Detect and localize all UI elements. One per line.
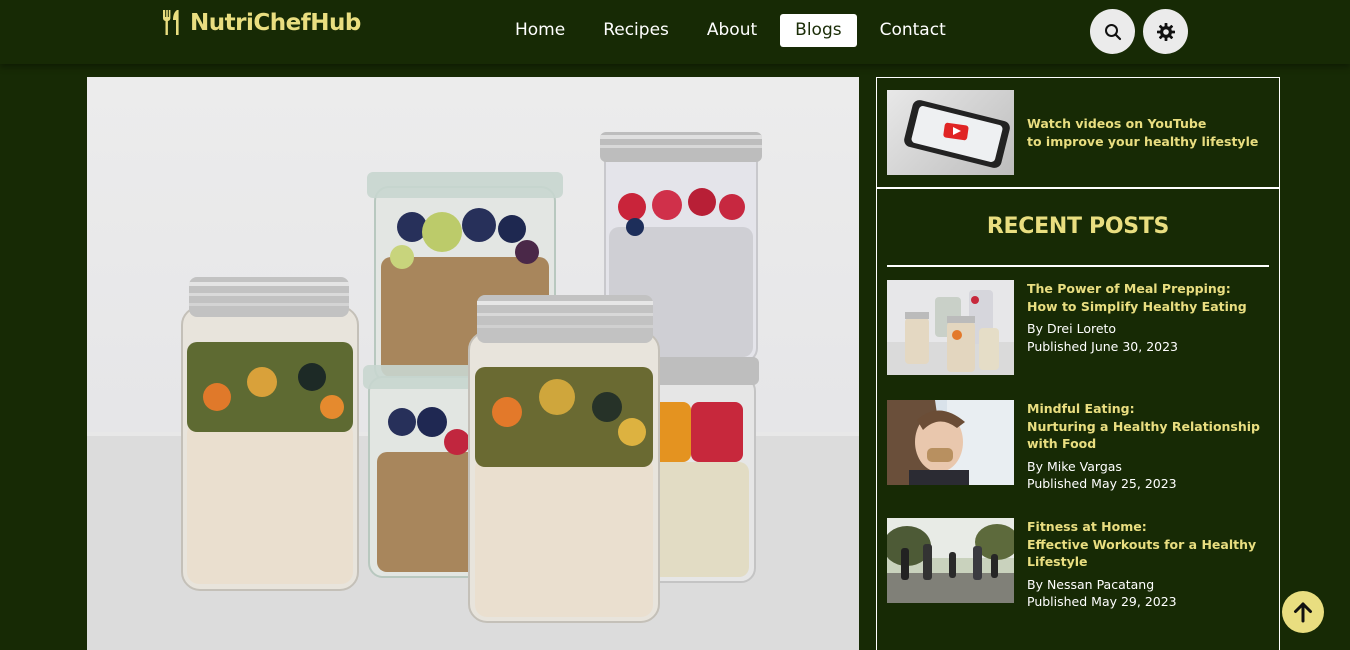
youtube-promo-text: Watch videos on YouTube to improve your … [1027, 115, 1267, 151]
post-date: Published May 29, 2023 [1027, 594, 1177, 609]
gear-icon [1156, 22, 1175, 41]
brand-logo[interactable]: NutriChefHub [160, 9, 361, 37]
youtube-promo[interactable]: Watch videos on YouTube to improve your … [877, 78, 1279, 189]
recent-post-item[interactable]: The Power of Meal Prepping: How to Simpl… [887, 280, 1269, 375]
post-title[interactable]: The Power of Meal Prepping: How to Simpl… [1027, 280, 1272, 315]
recent-post-item[interactable]: Mindful Eating: Nurturing a Healthy Rela… [887, 400, 1269, 495]
post-info: Mindful Eating: Nurturing a Healthy Rela… [1027, 400, 1272, 493]
post-meta: By Nessan Pacatang Published May 29, 202… [1027, 576, 1272, 611]
post-thumbnail-fitness [887, 518, 1014, 613]
nav-link-blogs[interactable]: Blogs [780, 14, 857, 47]
navbar: NutriChefHub Home Recipes About Blogs Co… [0, 0, 1350, 64]
theme-toggle-button[interactable] [1143, 9, 1188, 54]
back-to-top-button[interactable] [1282, 591, 1324, 633]
post-meta: By Drei Loreto Published June 30, 2023 [1027, 320, 1272, 355]
brand-name: NutriChefHub [190, 10, 361, 36]
recent-post-item[interactable]: Fitness at Home: Effective Workouts for … [887, 518, 1269, 613]
post-author: By Mike Vargas [1027, 458, 1122, 474]
post-thumbnail-mindful-eating [887, 400, 1014, 495]
sidebar: Watch videos on YouTube to improve your … [876, 77, 1280, 650]
post-title[interactable]: Fitness at Home: Effective Workouts for … [1027, 518, 1272, 571]
post-date: Published May 25, 2023 [1027, 476, 1177, 491]
arrow-up-icon [1294, 602, 1312, 623]
nav-link-about[interactable]: About [692, 14, 772, 47]
post-thumbnail-meal-prep [887, 280, 1014, 375]
post-info: Fitness at Home: Effective Workouts for … [1027, 518, 1272, 611]
post-info: The Power of Meal Prepping: How to Simpl… [1027, 280, 1272, 355]
search-button[interactable] [1090, 9, 1135, 54]
youtube-promo-line2: to improve your healthy lifestyle [1027, 134, 1259, 149]
main-nav: Home Recipes About Blogs Contact [500, 14, 961, 47]
post-date: Published June 30, 2023 [1027, 338, 1179, 354]
nav-link-contact[interactable]: Contact [865, 14, 961, 47]
post-author: By Drei Loreto [1027, 321, 1117, 336]
hero-image [87, 77, 859, 650]
youtube-phone-image [887, 90, 1014, 175]
search-icon [1104, 23, 1121, 40]
post-author: By Nessan Pacatang [1027, 576, 1155, 592]
meal-prep-jars-image [87, 132, 859, 650]
youtube-promo-line1: Watch videos on YouTube [1027, 116, 1207, 131]
fork-knife-icon [162, 10, 179, 35]
post-meta: By Mike Vargas Published May 25, 2023 [1027, 458, 1272, 493]
post-title[interactable]: Mindful Eating: Nurturing a Healthy Rela… [1027, 400, 1272, 453]
divider [887, 265, 1269, 267]
nav-link-recipes[interactable]: Recipes [588, 14, 684, 47]
nav-link-home[interactable]: Home [500, 14, 580, 47]
recent-posts-heading: RECENT POSTS [986, 214, 1170, 239]
